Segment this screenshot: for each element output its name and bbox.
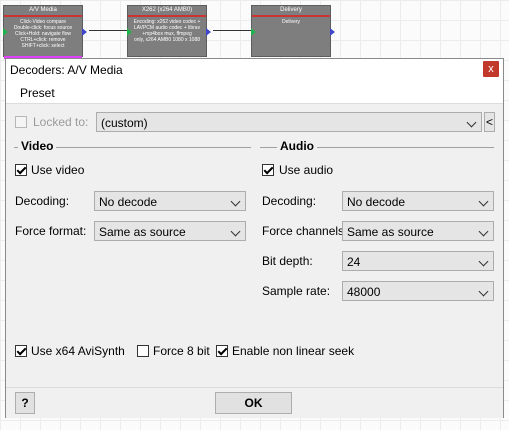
dialog-footer: ? OK [6,387,503,418]
non-linear-seek-label: Enable non linear seek [232,344,355,358]
use-x64-avisynth-checkbox[interactable] [15,345,27,357]
node-body: Click-Video compare Double-click: focus … [4,17,82,51]
node-title: Delivery [252,6,330,17]
locked-label: Locked to: [33,115,89,129]
audio-decoding-value: No decode [347,195,406,209]
locked-preset-select[interactable]: (custom) [96,112,482,132]
video-section-title: Video [18,139,57,153]
video-decoding-value: No decode [99,195,158,209]
dialog-content: Locked to: (custom) < Video Use video De… [6,104,503,387]
force-channels-select[interactable]: Same as source [342,221,494,241]
decoders-dialog: Decoders: A/V Media x Preset Locked to: … [5,58,504,418]
force-channels-label: Force channels: [262,224,348,238]
output-port-icon[interactable] [206,28,211,36]
chevron-down-icon [478,256,489,267]
force-8bit-checkbox[interactable] [137,345,149,357]
node-body-line: Delivery [281,19,301,25]
node-x262[interactable]: X262 (x264 AMB0) Encoding: x262 video co… [127,5,211,57]
audio-decoding-select[interactable]: No decode [342,191,494,211]
chevron-down-icon [478,196,489,207]
sample-rate-value: 48000 [347,285,381,299]
audio-decoding-label: Decoding: [262,194,317,208]
menu-item-preset[interactable]: Preset [20,86,55,100]
locked-preset-value: (custom) [101,116,148,130]
chevron-down-icon [230,226,241,237]
node-body: Encoding: x262 video codec + LAVPCM audi… [128,17,206,45]
non-linear-seek-checkbox[interactable] [216,345,228,357]
input-port-icon[interactable] [3,28,8,36]
bit-depth-value: 24 [347,255,361,269]
force-channels-value: Same as source [347,225,434,239]
menu-bar: Preset [6,81,503,104]
use-video-label: Use video [31,163,85,177]
node-title: A/V Media [4,6,82,17]
bit-depth-label: Bit depth: [262,254,313,268]
node-title: X262 (x264 AMB0) [128,6,206,17]
chevron-down-icon [478,226,489,237]
sample-rate-label: Sample rate: [262,284,331,298]
locked-side-button[interactable]: < [484,112,495,132]
input-port-icon[interactable] [127,28,132,36]
chevron-down-icon [230,196,241,207]
node-delivery[interactable]: Delivery Delivery [251,5,335,57]
output-port-icon[interactable] [82,28,87,36]
input-port-icon[interactable] [251,28,256,36]
locked-checkbox[interactable] [15,116,27,128]
use-x64-avisynth-label: Use x64 AviSynth [31,344,125,358]
connection-wire [213,30,251,31]
force-format-value: Same as source [99,225,186,239]
node-body-line: only, x264 AMB0 1080 x 1088 [133,37,201,43]
node-av-media[interactable]: A/V Media Click-Video compare Double-cli… [3,5,87,59]
bit-depth-select[interactable]: 24 [342,251,494,271]
help-button[interactable]: ? [15,392,35,414]
use-audio-checkbox[interactable] [262,164,274,176]
connection-wire [89,30,127,31]
node-body-line: SHIFT+click: select [21,43,65,49]
force-format-label: Force format: [15,224,87,238]
use-video-checkbox[interactable] [15,164,27,176]
node-body: Delivery [252,17,330,27]
video-decoding-select[interactable]: No decode [94,191,246,211]
video-decoding-label: Decoding: [15,194,70,208]
chevron-down-icon [466,117,477,128]
sample-rate-select[interactable]: 48000 [342,281,494,301]
output-port-icon[interactable] [330,28,335,36]
dialog-title: Decoders: A/V Media [10,63,123,77]
use-audio-label: Use audio [279,163,334,177]
force-8bit-label: Force 8 bit [153,344,210,358]
chevron-down-icon [478,286,489,297]
dialog-titlebar[interactable]: Decoders: A/V Media x [6,59,503,81]
close-button[interactable]: x [483,61,499,77]
force-format-select[interactable]: Same as source [94,221,246,241]
ok-button[interactable]: OK [215,392,292,414]
audio-section-title: Audio [277,139,317,153]
